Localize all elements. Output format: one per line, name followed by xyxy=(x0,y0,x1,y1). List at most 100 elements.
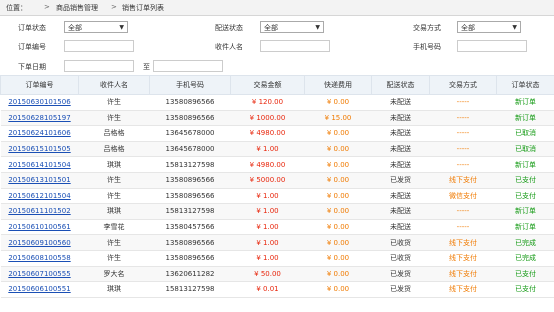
receiver-cell: 许生 xyxy=(78,234,150,251)
status-cell: 已支付 xyxy=(496,281,554,298)
table-row: 20150608100558 许生 13580896566 ¥ 1.00 ¥ 0.00 已… xyxy=(0,250,554,267)
column-header-delivery[interactable]: 配送状态 xyxy=(371,75,430,95)
amount-cell: ¥ 0.01 xyxy=(230,281,305,298)
chevron-down-icon: ▼ xyxy=(119,24,124,31)
phone-cell: 15813127598 xyxy=(149,281,231,298)
order-no-link[interactable]: 20150628105197 xyxy=(0,110,79,127)
order-no-link[interactable]: 20150612101504 xyxy=(0,188,79,205)
delivery-cell: 未配送 xyxy=(371,188,430,205)
order-date-label: 下单日期 xyxy=(18,63,46,71)
table-row: 20150630101506 许生 13580896566 ¥ 120.00 ¥ 0.0… xyxy=(0,94,554,111)
delivery-cell: 未配送 xyxy=(371,125,430,142)
breadcrumb-separator-icon: > xyxy=(111,3,117,11)
amount-cell: ¥ 1.00 xyxy=(230,234,305,251)
delivery-cell: 未配送 xyxy=(371,156,430,173)
delivery-cell: 未配送 xyxy=(371,219,430,236)
date-to-label: 至 xyxy=(143,63,150,71)
amount-cell: ¥ 1.00 xyxy=(230,188,305,205)
column-header-amount[interactable]: 交易金额 xyxy=(230,75,305,95)
column-header-status[interactable]: 订单状态 xyxy=(496,75,554,95)
receiver-cell: 许生 xyxy=(78,94,150,111)
table-row: 20150615101505 吕格格 13645678000 ¥ 1.00 ¥ 0.00… xyxy=(0,141,554,158)
delivery-cell: 已发货 xyxy=(371,172,430,189)
fee-cell: ¥ 0.00 xyxy=(304,125,372,142)
phone-cell: 13580896566 xyxy=(149,250,231,267)
order-no-link[interactable]: 20150606100551 xyxy=(0,281,79,298)
order-no-link[interactable]: 20150610100561 xyxy=(0,219,79,236)
status-cell: 已取消 xyxy=(496,141,554,158)
receiver-label: 收件人名 xyxy=(215,43,243,51)
phone-input[interactable] xyxy=(457,40,527,52)
fee-cell: ¥ 0.00 xyxy=(304,188,372,205)
delivery-cell: 未配送 xyxy=(371,94,430,111)
fee-cell: ¥ 0.00 xyxy=(304,250,372,267)
status-cell: 新订单 xyxy=(496,110,554,127)
payment-cell: ----- xyxy=(429,156,497,173)
breadcrumb-separator-icon: > xyxy=(44,3,50,11)
receiver-input[interactable] xyxy=(260,40,330,52)
delivery-status-label: 配送状态 xyxy=(215,24,243,32)
breadcrumb-location-label: 位置： xyxy=(6,4,27,12)
fee-cell: ¥ 15.00 xyxy=(304,110,372,127)
receiver-cell: 李雪花 xyxy=(78,219,150,236)
order-status-select[interactable]: 全部 ▼ xyxy=(64,21,128,33)
breadcrumb: 位置： > 商品销售管理 > 销售订单列表 xyxy=(0,0,554,16)
fee-cell: ¥ 0.00 xyxy=(304,219,372,236)
breadcrumb-item-order-list: 销售订单列表 xyxy=(122,4,164,12)
order-no-link[interactable]: 20150608100558 xyxy=(0,250,79,267)
date-from-input[interactable] xyxy=(64,60,134,72)
order-no-link[interactable]: 20150607100555 xyxy=(0,266,79,283)
column-header-phone[interactable]: 手机号码 xyxy=(149,75,231,95)
delivery-cell: 已收货 xyxy=(371,250,430,267)
order-no-link[interactable]: 20150614101504 xyxy=(0,156,79,173)
receiver-cell: 吕格格 xyxy=(78,125,150,142)
delivery-cell: 未配送 xyxy=(371,203,430,220)
amount-cell: ¥ 1.00 xyxy=(230,141,305,158)
column-header-payment[interactable]: 交易方式 xyxy=(429,75,497,95)
receiver-cell: 琪琪 xyxy=(78,203,150,220)
fee-cell: ¥ 0.00 xyxy=(304,281,372,298)
order-no-input[interactable] xyxy=(64,40,134,52)
delivery-cell: 已收货 xyxy=(371,234,430,251)
amount-cell: ¥ 1.00 xyxy=(230,219,305,236)
phone-cell: 15813127598 xyxy=(149,156,231,173)
fee-cell: ¥ 0.00 xyxy=(304,94,372,111)
order-no-link[interactable]: 20150615101505 xyxy=(0,141,79,158)
phone-cell: 13645678000 xyxy=(149,125,231,142)
payment-cell: ----- xyxy=(429,94,497,111)
status-cell: 新订单 xyxy=(496,219,554,236)
amount-cell: ¥ 1.00 xyxy=(230,250,305,267)
breadcrumb-item-sales-management[interactable]: 商品销售管理 xyxy=(56,3,98,13)
order-no-link[interactable]: 20150609100560 xyxy=(0,234,79,251)
status-cell: 新订单 xyxy=(496,94,554,111)
payment-cell: ----- xyxy=(429,203,497,220)
table-row: 20150611101502 琪琪 15813127598 ¥ 1.00 ¥ 0.00 未… xyxy=(0,203,554,220)
amount-cell: ¥ 50.00 xyxy=(230,266,305,283)
amount-cell: ¥ 4980.00 xyxy=(230,156,305,173)
phone-label: 手机号码 xyxy=(413,43,441,51)
chevron-down-icon: ▼ xyxy=(315,24,320,31)
column-header-fee[interactable]: 快递费用 xyxy=(304,75,372,95)
delivery-status-select[interactable]: 全部 ▼ xyxy=(260,21,324,33)
amount-cell: ¥ 120.00 xyxy=(230,94,305,111)
payment-method-select[interactable]: 全部 ▼ xyxy=(457,21,521,33)
phone-cell: 13580896566 xyxy=(149,234,231,251)
payment-cell: 线下支付 xyxy=(429,234,497,251)
column-header-receiver[interactable]: 收件人名 xyxy=(78,75,150,95)
date-to-input[interactable] xyxy=(153,60,223,72)
receiver-cell: 琪琪 xyxy=(78,156,150,173)
payment-cell: 线下支付 xyxy=(429,250,497,267)
receiver-cell: 吕格格 xyxy=(78,141,150,158)
search-filter-form: 订单状态 全部 ▼ 配送状态 全部 ▼ 交易方式 全部 ▼ 订单编号 收件人名 … xyxy=(0,16,554,74)
phone-cell: 13580457566 xyxy=(149,219,231,236)
order-no-link[interactable]: 20150624101606 xyxy=(0,125,79,142)
order-no-link[interactable]: 20150613101501 xyxy=(0,172,79,189)
status-cell: 已取消 xyxy=(496,125,554,142)
column-header-order-no[interactable]: 订单编号 xyxy=(0,75,79,95)
receiver-cell: 许生 xyxy=(78,250,150,267)
order-no-link[interactable]: 20150630101506 xyxy=(0,94,79,111)
amount-cell: ¥ 1000.00 xyxy=(230,110,305,127)
phone-cell: 13580896566 xyxy=(149,172,231,189)
amount-cell: ¥ 1.00 xyxy=(230,203,305,220)
order-no-link[interactable]: 20150611101502 xyxy=(0,203,79,220)
